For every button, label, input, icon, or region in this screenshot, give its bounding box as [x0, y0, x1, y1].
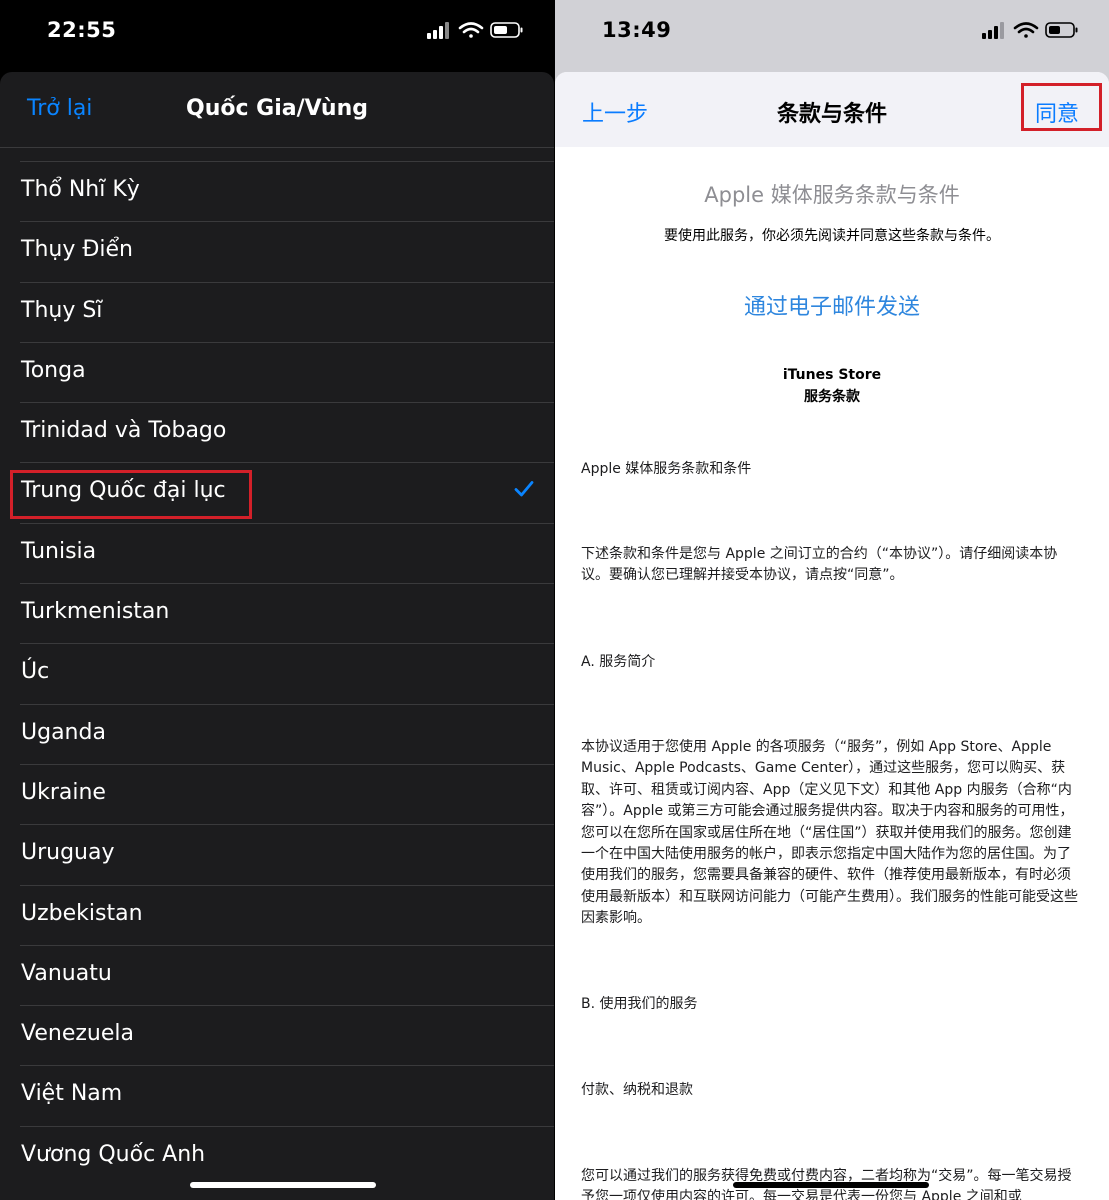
country-label: Venezuela [21, 1021, 134, 1047]
status-time: 22:55 [47, 18, 117, 42]
status-time: 13:49 [602, 18, 672, 42]
left-screen: 22:55 Trở lại Quốc Gia/Vùng Thổ Nhĩ Kỳ T… [0, 0, 554, 1200]
list-item[interactable]: Uruguay [0, 824, 554, 884]
store-title: iTunes Store 服务条款 [555, 364, 1109, 408]
list-item[interactable]: Trinidad và Tobago [0, 402, 554, 462]
country-label: Ukraine [21, 779, 106, 805]
section-heading: A. 服务简介 [581, 654, 656, 670]
list-item[interactable]: Ukraine [0, 763, 554, 824]
list-item[interactable]: Uganda [0, 703, 554, 764]
nav-bar: 上一步 条款与条件 同意 [555, 72, 1109, 147]
status-icons [427, 22, 523, 39]
store-name: iTunes Store [782, 367, 882, 383]
country-label: Uruguay [21, 840, 115, 866]
country-label: Uganda [21, 719, 106, 745]
terms-label: 服务条款 [804, 389, 860, 405]
cellular-signal-icon [427, 22, 449, 39]
terms-paragraph: 下述条款和条件是您与 Apple 之间订立的合约（“本协议”）。请仔细阅读本协议… [581, 546, 1058, 584]
list-item[interactable]: Tunisia [0, 522, 554, 583]
country-label: Thổ Nhĩ Kỳ [21, 177, 140, 202]
nav-bar: Trở lại Quốc Gia/Vùng [0, 72, 554, 148]
status-bar: 13:49 [555, 0, 1109, 60]
page-title: Quốc Gia/Vùng [186, 96, 368, 121]
country-label: Việt Nam [21, 1081, 123, 1107]
document-subtitle: 要使用此服务，你必须先阅读并同意这些条款与条件。 [664, 228, 1000, 244]
status-icons [982, 22, 1078, 39]
country-label: Turkmenistan [21, 599, 170, 625]
list-item[interactable]: Uzbekistan [0, 884, 554, 945]
terms-paragraph: 本协议适用于您使用 Apple 的各项服务（“服务”，例如 App Store、… [581, 739, 1078, 927]
home-indicator [733, 1182, 929, 1188]
list-item[interactable]: Turkmenistan [0, 583, 554, 643]
list-item[interactable]: Tonga [0, 341, 554, 402]
country-list: Thổ Nhĩ Kỳ Thụy Điển Thụy Sĩ Tonga Trini… [0, 161, 554, 1186]
list-item[interactable]: Việt Nam [0, 1065, 554, 1125]
cellular-signal-icon [982, 22, 1004, 39]
wifi-icon [1013, 22, 1039, 38]
list-item[interactable]: Thụy Sĩ [0, 281, 554, 342]
document-heading: Apple 媒体服务条款与条件 [704, 183, 960, 207]
country-label: Thụy Sĩ [21, 297, 103, 323]
home-indicator [190, 1182, 376, 1188]
selection-highlight-box [10, 470, 252, 519]
list-item[interactable]: Thụy Điển [0, 221, 554, 281]
country-sheet: Trở lại Quốc Gia/Vùng Thổ Nhĩ Kỳ Thụy Đi… [0, 72, 554, 1200]
country-label: Vanuatu [21, 960, 112, 986]
country-label: Úc [21, 659, 50, 685]
subsection-heading: 付款、纳税和退款 [581, 1082, 693, 1098]
battery-icon [1045, 22, 1078, 38]
country-label: Tonga [21, 357, 86, 383]
country-label: Tunisia [21, 538, 97, 564]
list-item[interactable]: Vương Quốc Anh [0, 1125, 554, 1186]
battery-icon [490, 22, 523, 38]
terms-sheet: 上一步 条款与条件 同意 Apple 媒体服务条款与条件 要使用此服务，你必须先… [555, 72, 1109, 1200]
list-item[interactable]: Venezuela [0, 1005, 554, 1065]
section-heading: B. 使用我们的服务 [581, 996, 698, 1012]
terms-paragraph: Apple 媒体服务条款和条件 [581, 461, 752, 477]
list-item[interactable]: Thổ Nhĩ Kỳ [0, 161, 554, 221]
checkmark-icon [514, 481, 534, 497]
status-bar: 22:55 [0, 0, 554, 60]
country-label: Vương Quốc Anh [21, 1141, 206, 1167]
list-item[interactable]: Vanuatu [0, 944, 554, 1005]
agree-highlight-box [1021, 83, 1102, 131]
country-label: Thụy Điển [21, 237, 133, 263]
country-label: Uzbekistan [21, 900, 143, 926]
right-screen: 13:49 上一步 条款与条件 同意 Apple 媒体服务条款与条件 要使用此服… [555, 0, 1109, 1200]
country-label: Trinidad và Tobago [21, 418, 227, 444]
list-item[interactable]: Úc [0, 643, 554, 703]
send-by-email-link[interactable]: 通过电子邮件发送 [555, 289, 1109, 321]
wifi-icon [458, 22, 484, 38]
